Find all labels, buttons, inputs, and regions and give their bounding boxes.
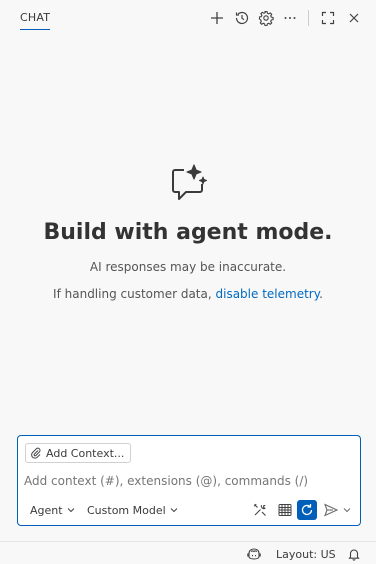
send-options-chevron-icon[interactable] — [340, 500, 354, 520]
mode-dropdown[interactable]: Agent — [30, 501, 75, 519]
more-icon[interactable] — [281, 9, 299, 27]
paperclip-icon — [31, 447, 41, 459]
disable-telemetry-link[interactable]: disable telemetry — [216, 287, 320, 301]
copilot-icon[interactable] — [246, 546, 262, 562]
add-context-button[interactable]: Add Context... — [25, 443, 132, 463]
add-context-label: Add Context... — [46, 446, 125, 460]
chat-panel: CHAT Build with agent mode. AI responses… — [0, 0, 376, 564]
close-icon[interactable] — [345, 9, 363, 27]
bell-icon[interactable] — [347, 546, 361, 562]
chat-header: CHAT — [0, 0, 376, 36]
tools-icon[interactable] — [250, 500, 270, 520]
chevron-down-icon — [67, 508, 74, 513]
status-bar: Layout: US — [0, 541, 376, 564]
model-dropdown[interactable]: Custom Model — [87, 501, 178, 519]
gear-icon[interactable] — [257, 9, 275, 27]
welcome-title: Build with agent mode. — [43, 220, 333, 245]
telemetry-prefix: If handling customer data, — [53, 287, 216, 301]
tab-chat[interactable]: CHAT — [20, 11, 51, 30]
model-label: Custom Model — [87, 503, 166, 517]
keyboard-layout-status[interactable]: Layout: US — [276, 546, 336, 562]
telemetry-note: If handling customer data, disable telem… — [0, 287, 376, 301]
history-icon[interactable] — [233, 9, 251, 27]
send-icon[interactable] — [321, 500, 341, 520]
refresh-icon[interactable] — [297, 500, 317, 520]
chat-sparkle-icon — [168, 162, 210, 204]
chevron-down-icon — [170, 508, 178, 513]
header-separator — [308, 10, 309, 26]
mode-label: Agent — [30, 503, 63, 517]
chat-prompt-input[interactable] — [24, 472, 354, 490]
plus-icon[interactable] — [208, 9, 226, 27]
input-toolbar: Agent Custom Model — [18, 499, 360, 521]
chat-input-box: Add Context... Agent Custom Model — [17, 435, 361, 526]
telemetry-suffix: . — [319, 287, 323, 301]
accuracy-note: AI responses may be inaccurate. — [89, 260, 287, 274]
keyboard-icon[interactable] — [275, 500, 295, 520]
maximize-icon[interactable] — [319, 9, 337, 27]
